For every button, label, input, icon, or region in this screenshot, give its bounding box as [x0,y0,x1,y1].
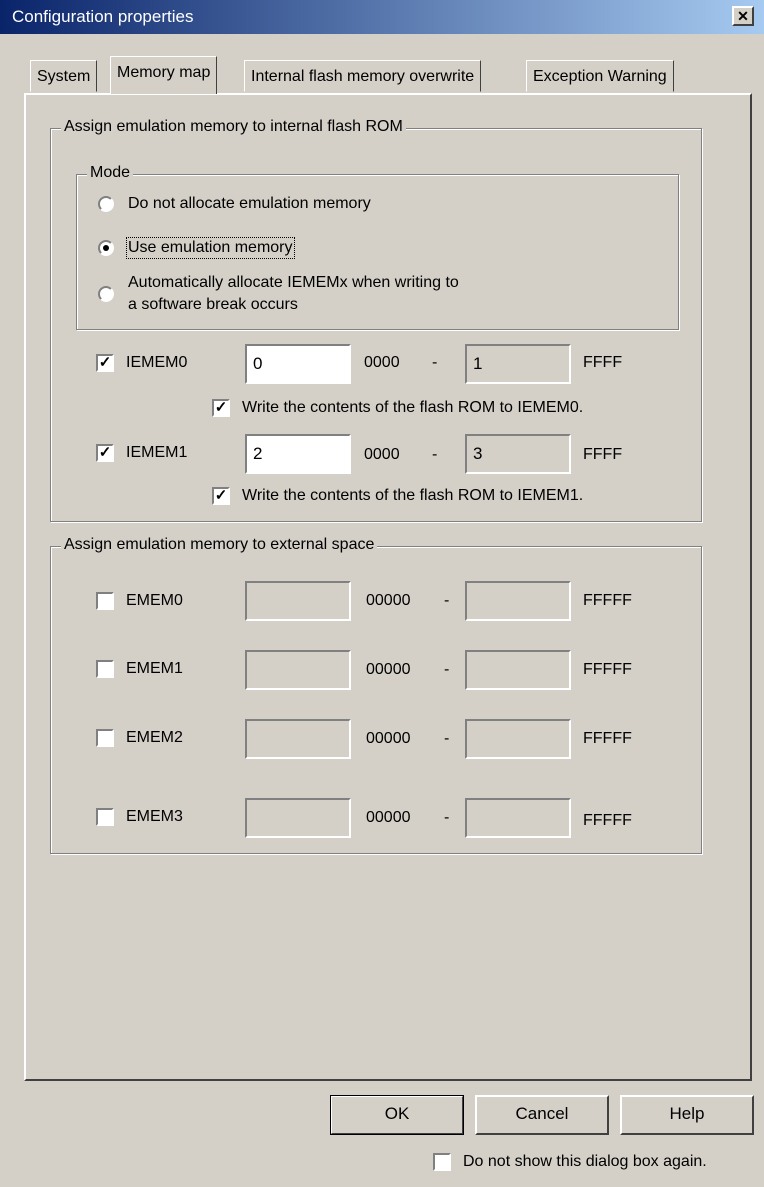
emem2-dash: - [444,730,450,747]
radio-do-not-allocate-label: Do not allocate emulation memory [128,195,371,212]
tab-exception-warning[interactable]: Exception Warning [526,60,674,92]
emem1-mid: 00000 [366,661,411,678]
iemem1-mid: 0000 [364,446,400,463]
iemem1-write-checkbox[interactable]: ✓ [212,487,230,505]
check-icon: ✓ [98,444,112,461]
emem1-checkbox[interactable] [96,660,114,678]
radio-auto-allocate-label-2: a software break occurs [128,296,298,313]
tab-system[interactable]: System [30,60,98,92]
iemem0-checkbox[interactable]: ✓ [96,354,114,372]
emem2-label: EMEM2 [126,729,183,746]
emem3-label: EMEM3 [126,808,183,825]
emem3-end-input [465,798,571,838]
emem1-end-input [465,650,571,690]
iemem1-checkbox[interactable]: ✓ [96,444,114,462]
emem3-dash: - [444,809,450,826]
emem0-start-input [245,581,351,621]
emem2-mid: 00000 [366,730,411,747]
mode-legend: Mode [87,164,134,182]
radio-auto-allocate-label-1: Automatically allocate IEMEMx when writi… [128,274,459,291]
iemem1-write-label: Write the contents of the flash ROM to I… [242,487,584,504]
emem0-label: EMEM0 [126,592,183,609]
emem3-start-input [245,798,351,838]
radio-use-emulation[interactable] [98,240,114,256]
emem0-mid: 00000 [366,592,411,609]
close-icon: ✕ [737,8,749,24]
cancel-button[interactable]: Cancel [475,1095,609,1135]
iemem0-suffix: FFFF [583,354,623,371]
emem1-suffix: FFFFF [583,661,632,678]
emem2-end-input [465,719,571,759]
tab-internal-flash-overwrite-label: Internal flash memory overwrite [251,68,475,85]
emem3-checkbox[interactable] [96,808,114,826]
tab-system-label: System [37,68,91,85]
radio-use-emulation-label: Use emulation memory [126,237,295,259]
iemem0-mid: 0000 [364,354,400,371]
tab-memory-map[interactable]: Memory map [110,56,218,94]
emem1-dash: - [444,661,450,678]
emem3-suffix: FFFFF [583,812,632,829]
dont-show-checkbox[interactable] [433,1153,451,1171]
emem1-label: EMEM1 [126,660,183,677]
emem2-start-input [245,719,351,759]
tab-internal-flash-overwrite[interactable]: Internal flash memory overwrite [244,60,482,92]
emem2-suffix: FFFFF [583,730,632,747]
check-icon: ✓ [98,354,112,371]
help-button[interactable]: Help [620,1095,754,1135]
iemem1-end-input [465,434,571,474]
close-button[interactable]: ✕ [732,6,754,26]
window-title: Configuration properties [12,7,194,26]
check-icon: ✓ [214,399,228,416]
tab-memory-map-label: Memory map [117,64,211,81]
radio-do-not-allocate[interactable] [98,196,114,212]
iemem1-dash: - [432,446,438,463]
external-space-legend: Assign emulation memory to external spac… [61,536,378,554]
emem0-end-input [465,581,571,621]
title-bar: Configuration properties ✕ [0,0,764,34]
iemem1-label: IEMEM1 [126,444,188,461]
ok-button[interactable]: OK [330,1095,464,1135]
tab-exception-warning-label: Exception Warning [533,68,667,85]
ememo-checkbox[interactable] [96,592,114,610]
emem1-start-input [245,650,351,690]
emem2-checkbox[interactable] [96,729,114,747]
check-icon: ✓ [214,487,228,504]
iemem0-start-input[interactable] [245,344,351,384]
iemem1-suffix: FFFF [583,446,623,463]
emem0-suffix: FFFFF [583,592,632,609]
iemem0-write-label: Write the contents of the flash ROM to I… [242,399,584,416]
dont-show-label: Do not show this dialog box again. [463,1153,707,1170]
iemem1-start-input[interactable] [245,434,351,474]
iemem0-write-checkbox[interactable]: ✓ [212,399,230,417]
iemem0-dash: - [432,354,438,371]
internal-flash-legend: Assign emulation memory to internal flas… [61,118,406,136]
iemem0-end-input [465,344,571,384]
emem3-mid: 00000 [366,809,411,826]
iemem0-label: IEMEM0 [126,354,188,371]
emem0-dash: - [444,592,450,609]
radio-auto-allocate[interactable] [98,286,114,302]
